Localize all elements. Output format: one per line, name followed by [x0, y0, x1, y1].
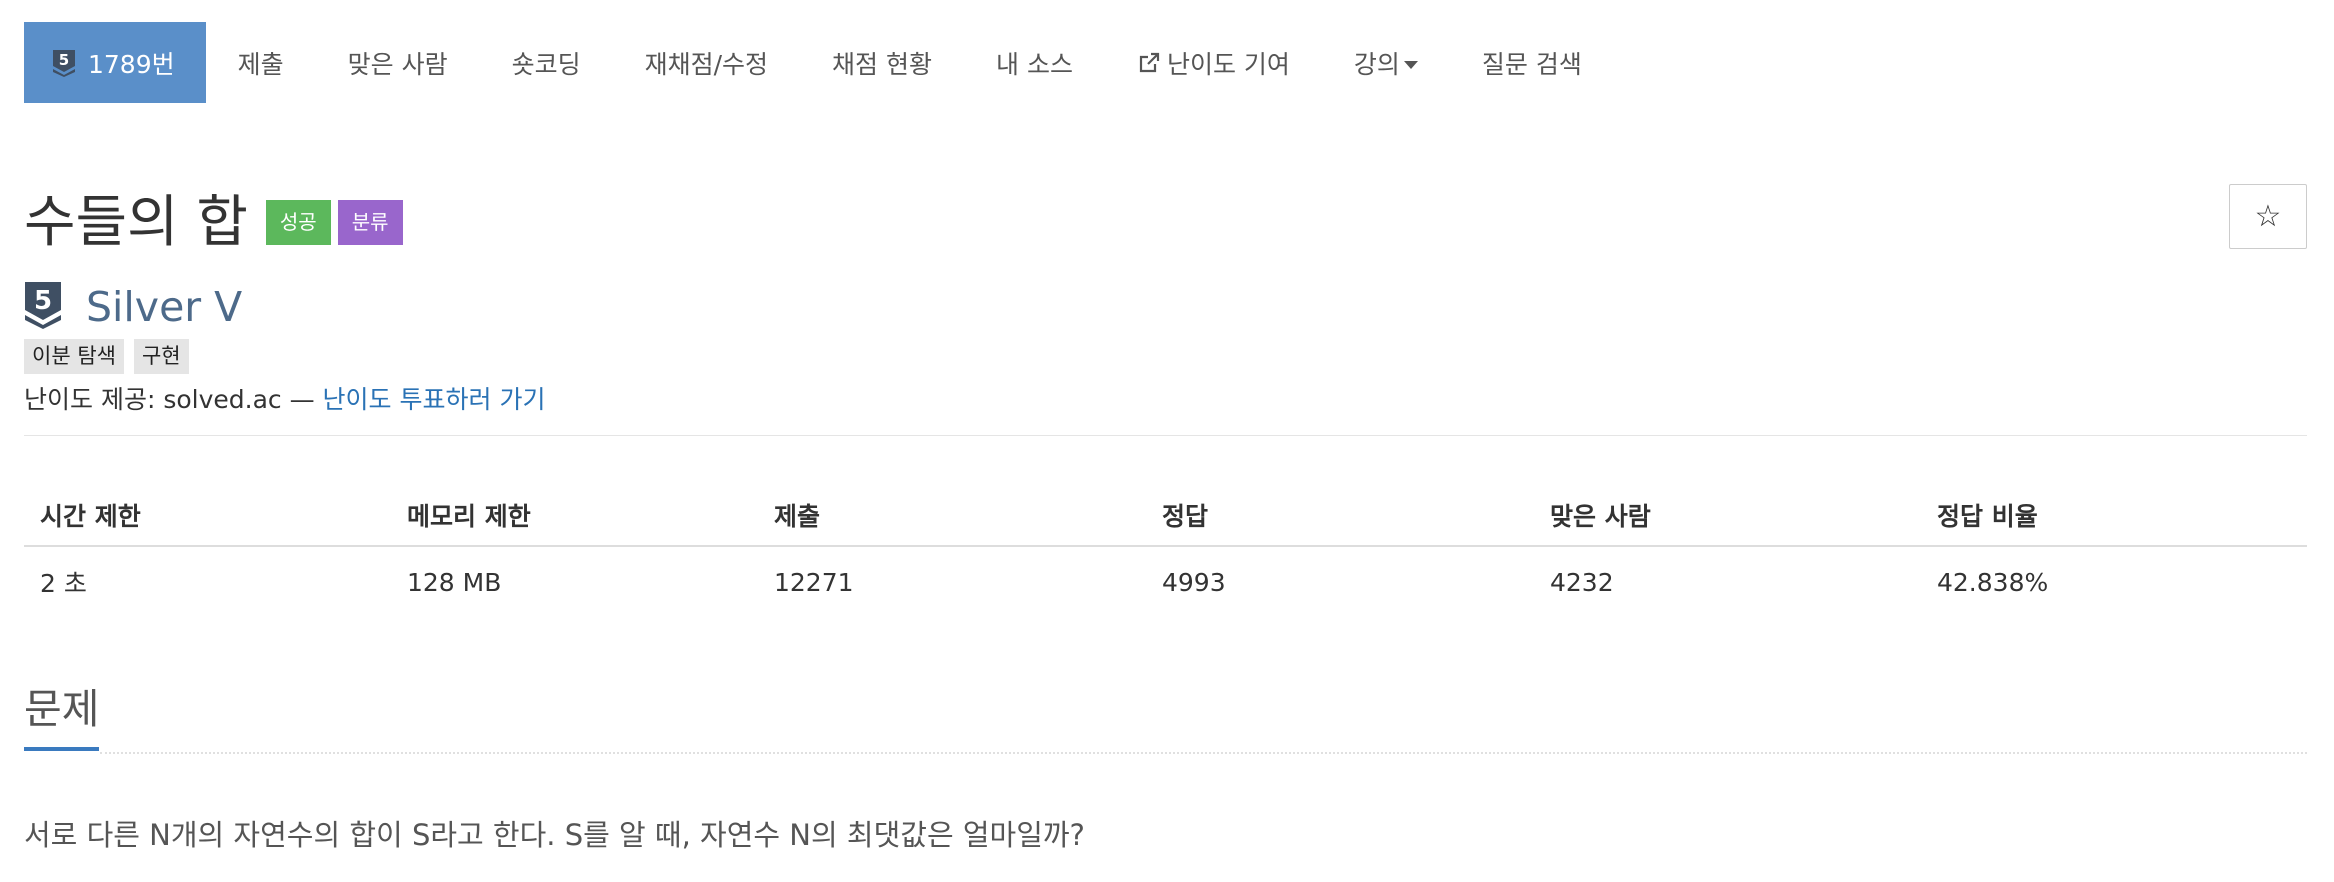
divider — [24, 435, 2307, 436]
nav-my-source[interactable]: 내 소스 — [964, 22, 1105, 103]
table-row: 2 초 128 MB 12271 4993 4232 42.838% — [24, 547, 2307, 617]
nav-status[interactable]: 채점 현황 — [800, 22, 964, 103]
nav-my-source-label: 내 소스 — [996, 49, 1073, 79]
nav-question-search[interactable]: 질문 검색 — [1450, 22, 1614, 103]
header-memory-limit: 메모리 제한 — [407, 502, 531, 531]
problem-page: 5 1789번 제출 맞은 사람 숏코딩 재채점/수정 채점 현황 내 소스 난… — [0, 0, 2334, 882]
caret-down-icon — [1403, 60, 1418, 69]
tag-implementation[interactable]: 구현 — [133, 339, 189, 374]
nav-lectures-dropdown[interactable]: 강의 — [1322, 22, 1450, 103]
header-accept-ratio: 정답 비율 — [1937, 502, 2038, 531]
nav-short-coding-label: 숏코딩 — [511, 49, 581, 79]
table-header-row: 시간 제한 메모리 제한 제출 정답 맞은 사람 정답 비율 — [24, 485, 2307, 547]
svg-text:5: 5 — [59, 51, 69, 69]
nav-rejudge-label: 재채점/수정 — [644, 49, 769, 79]
header-time-limit: 시간 제한 — [40, 502, 141, 531]
nav-status-label: 채점 현황 — [832, 49, 932, 79]
difficulty-prefix: 난이도 제공: solved.ac — — [24, 385, 323, 414]
problem-title-row: 수들의 합 성공 분류 — [24, 181, 403, 255]
tier-name[interactable]: Silver V — [86, 283, 242, 331]
nav-submit[interactable]: 제출 — [206, 22, 316, 103]
value-solvers: 4232 — [1550, 567, 1614, 597]
category-label[interactable]: 분류 — [337, 199, 403, 245]
svg-text:5: 5 — [34, 286, 52, 316]
problem-info-table: 시간 제한 메모리 제한 제출 정답 맞은 사람 정답 비율 2 초 128 M… — [24, 485, 2307, 617]
value-time-limit: 2 초 — [40, 569, 87, 598]
tag-binary-search[interactable]: 이분 탐색 — [24, 339, 124, 374]
nav-difficulty-contribute[interactable]: 난이도 기여 — [1105, 22, 1322, 103]
difficulty-vote-link[interactable]: 난이도 투표하러 가기 — [323, 385, 546, 414]
section-title-problem: 문제 — [24, 675, 100, 751]
success-label: 성공 — [265, 199, 331, 245]
header-accepted: 정답 — [1162, 502, 1209, 531]
header-submissions: 제출 — [774, 502, 821, 531]
value-submissions: 12271 — [774, 567, 854, 597]
value-memory-limit: 128 MB — [407, 567, 502, 597]
section-divider — [100, 752, 2307, 754]
value-accept-ratio: 42.838% — [1937, 567, 2049, 597]
nav-accepted-users[interactable]: 맞은 사람 — [316, 22, 480, 103]
nav-lectures-label: 강의 — [1353, 49, 1400, 79]
silver-tier-badge-icon: 5 — [24, 281, 62, 333]
nav-accepted-users-label: 맞은 사람 — [347, 49, 448, 79]
silver-tier-icon: 5 — [52, 49, 76, 77]
header-solvers: 맞은 사람 — [1550, 502, 1651, 531]
nav-question-search-label: 질문 검색 — [1481, 49, 1582, 79]
tier-row: 5 Silver V — [24, 281, 242, 333]
nav-problem-id-label: 1789번 — [88, 49, 175, 79]
nav-problem-id[interactable]: 5 1789번 — [24, 22, 206, 103]
star-icon: ☆ — [2254, 199, 2282, 234]
nav-short-coding[interactable]: 숏코딩 — [480, 22, 613, 103]
problem-description: 서로 다른 N개의 자연수의 합이 S라고 한다. S를 알 때, 자연수 N의… — [24, 818, 1085, 852]
problem-menu: 5 1789번 제출 맞은 사람 숏코딩 재채점/수정 채점 현황 내 소스 난… — [24, 22, 1614, 103]
value-accepted: 4993 — [1162, 567, 1226, 597]
difficulty-source: 난이도 제공: solved.ac — 난이도 투표하러 가기 — [24, 380, 545, 416]
nav-submit-label: 제출 — [237, 49, 284, 79]
favorite-star-button[interactable]: ☆ — [2229, 184, 2307, 249]
nav-rejudge[interactable]: 재채점/수정 — [613, 22, 800, 103]
external-link-icon — [1137, 51, 1161, 75]
problem-title: 수들의 합 — [24, 189, 248, 255]
algorithm-tags: 이분 탐색 구현 — [24, 339, 199, 374]
nav-difficulty-contribute-label: 난이도 기여 — [1166, 49, 1290, 79]
